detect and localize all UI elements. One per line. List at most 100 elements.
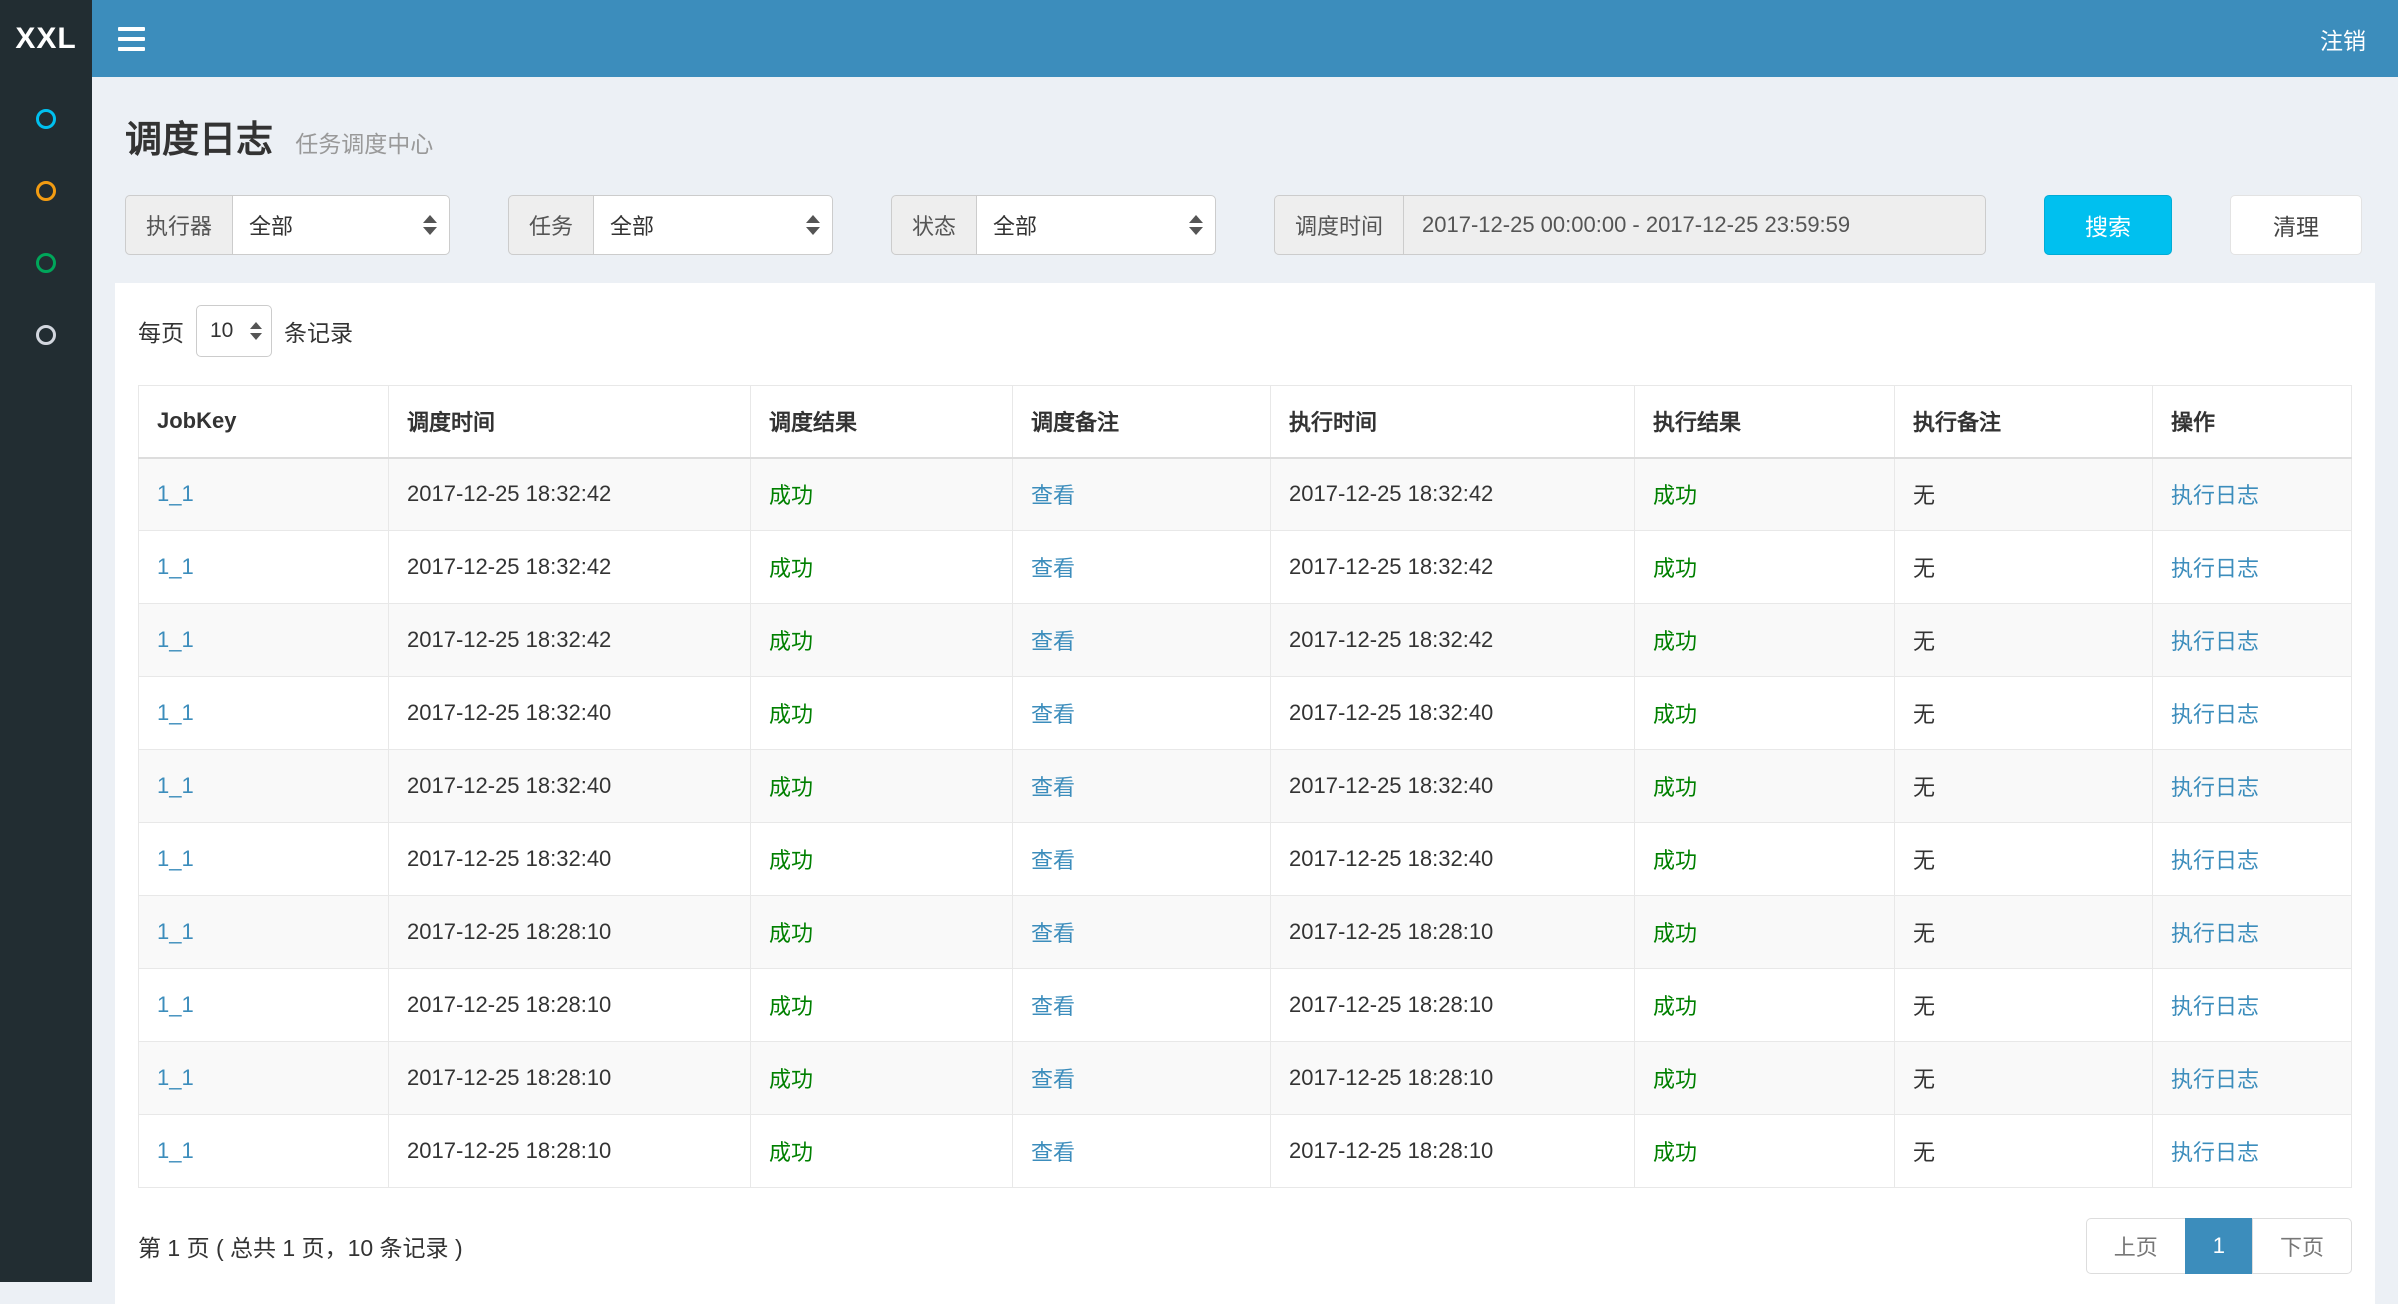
trigger-msg-view-link[interactable]: 查看 <box>1031 629 1075 654</box>
job-select[interactable]: 全部 <box>593 195 833 255</box>
executor-select[interactable]: 全部 <box>232 195 450 255</box>
handle-result-cell-container: 成功 <box>1635 1042 1895 1115</box>
table-row: 1_12017-12-25 18:32:40成功查看2017-12-25 18:… <box>139 677 2352 750</box>
execution-log-link[interactable]: 执行日志 <box>2171 994 2259 1019</box>
handle-time-cell-container: 2017-12-25 18:32:40 <box>1271 750 1635 823</box>
pagination-next-button[interactable]: 下页 <box>2252 1218 2352 1274</box>
execution-log-link[interactable]: 执行日志 <box>2171 702 2259 727</box>
jobkey-link[interactable]: 1_1 <box>157 919 194 944</box>
app-logo-text: XXL <box>15 22 76 56</box>
trigger-result-cell: 成功 <box>769 702 813 727</box>
handle-result-cell: 成功 <box>1653 1067 1697 1092</box>
jobkey-link[interactable]: 1_1 <box>157 554 194 579</box>
jobkey-link[interactable]: 1_1 <box>157 1065 194 1090</box>
sidebar-item-job-manage[interactable] <box>0 155 92 227</box>
trigger-msg-view-link-container: 查看 <box>1013 969 1271 1042</box>
execution-log-link[interactable]: 执行日志 <box>2171 629 2259 654</box>
trigger-result-cell: 成功 <box>769 921 813 946</box>
handle-msg-cell-container: 无 <box>1895 969 2153 1042</box>
table-row: 1_12017-12-25 18:32:42成功查看2017-12-25 18:… <box>139 604 2352 677</box>
menu-icon <box>118 27 145 31</box>
jobkey-link[interactable]: 1_1 <box>157 481 194 506</box>
trigger-msg-view-link[interactable]: 查看 <box>1031 994 1075 1019</box>
trigger-time-cell: 2017-12-25 18:28:10 <box>407 1065 611 1090</box>
pagination: 上页 1 下页 <box>2086 1218 2352 1274</box>
circle-icon <box>36 181 56 201</box>
trigger-result-cell-container: 成功 <box>751 458 1013 531</box>
handle-msg-cell: 无 <box>1913 556 1935 581</box>
sidebar-item-executor-manage[interactable] <box>0 299 92 371</box>
trigger-msg-view-link[interactable]: 查看 <box>1031 556 1075 581</box>
page-title-text: 调度日志 <box>125 119 273 160</box>
trigger-msg-view-link-container: 查看 <box>1013 750 1271 823</box>
sidebar-item-dashboard[interactable] <box>0 83 92 155</box>
circle-icon <box>36 253 56 273</box>
logout-link[interactable]: 注销 <box>2288 0 2398 77</box>
trigger-msg-view-link[interactable]: 查看 <box>1031 483 1075 508</box>
job-select-value: 全部 <box>610 209 654 241</box>
handle-result-cell: 成功 <box>1653 921 1697 946</box>
handle-msg-cell-container: 无 <box>1895 896 2153 969</box>
status-select[interactable]: 全部 <box>976 195 1216 255</box>
handle-time-cell: 2017-12-25 18:28:10 <box>1289 992 1493 1017</box>
status-select-value: 全部 <box>993 209 1037 241</box>
jobkey-link-container: 1_1 <box>139 750 389 823</box>
execution-log-link[interactable]: 执行日志 <box>2171 1140 2259 1165</box>
clear-button[interactable]: 清理 <box>2230 195 2362 255</box>
trigger-time-cell-container: 2017-12-25 18:28:10 <box>389 1115 751 1188</box>
trigger-time-cell-container: 2017-12-25 18:32:42 <box>389 458 751 531</box>
handle-result-cell-container: 成功 <box>1635 823 1895 896</box>
page-subtitle: 任务调度中心 <box>295 131 433 157</box>
jobkey-link-container: 1_1 <box>139 1115 389 1188</box>
circle-icon <box>36 109 56 129</box>
trigger-msg-view-link[interactable]: 查看 <box>1031 1067 1075 1092</box>
app-logo[interactable]: XXL <box>0 0 92 77</box>
trigger-msg-view-link[interactable]: 查看 <box>1031 921 1075 946</box>
table-row: 1_12017-12-25 18:28:10成功查看2017-12-25 18:… <box>139 1042 2352 1115</box>
trigger-msg-view-link-container: 查看 <box>1013 604 1271 677</box>
pagination-page-1-button[interactable]: 1 <box>2185 1218 2253 1274</box>
execution-log-link[interactable]: 执行日志 <box>2171 556 2259 581</box>
trigger-time-range-input[interactable] <box>1403 195 1986 255</box>
trigger-msg-view-link[interactable]: 查看 <box>1031 848 1075 873</box>
sidebar-item-job-log[interactable] <box>0 227 92 299</box>
handle-time-cell-container: 2017-12-25 18:32:42 <box>1271 458 1635 531</box>
handle-time-cell-container: 2017-12-25 18:32:42 <box>1271 604 1635 677</box>
execution-log-link[interactable]: 执行日志 <box>2171 775 2259 800</box>
sidebar-toggle-button[interactable] <box>92 0 170 77</box>
execution-log-link[interactable]: 执行日志 <box>2171 1067 2259 1092</box>
sidebar <box>0 77 92 1282</box>
trigger-result-cell-container: 成功 <box>751 677 1013 750</box>
search-button[interactable]: 搜索 <box>2044 195 2172 255</box>
trigger-time-cell: 2017-12-25 18:32:42 <box>407 481 611 506</box>
table-row: 1_12017-12-25 18:28:10成功查看2017-12-25 18:… <box>139 969 2352 1042</box>
execution-log-link[interactable]: 执行日志 <box>2171 921 2259 946</box>
trigger-time-cell: 2017-12-25 18:28:10 <box>407 1138 611 1163</box>
column-header-handle-msg: 执行备注 <box>1895 386 2153 458</box>
filter-bar: 执行器 全部 任务 全部 状态 全部 调度时间 搜索 清理 <box>125 195 2365 255</box>
trigger-msg-view-link[interactable]: 查看 <box>1031 702 1075 727</box>
jobkey-link[interactable]: 1_1 <box>157 627 194 652</box>
handle-msg-cell-container: 无 <box>1895 1115 2153 1188</box>
content-header: 调度日志 任务调度中心 <box>92 77 2398 169</box>
page-size-select[interactable]: 10 <box>196 305 272 357</box>
trigger-time-cell: 2017-12-25 18:32:40 <box>407 846 611 871</box>
trigger-msg-view-link[interactable]: 查看 <box>1031 775 1075 800</box>
handle-time-cell: 2017-12-25 18:28:10 <box>1289 1138 1493 1163</box>
handle-time-cell-container: 2017-12-25 18:28:10 <box>1271 896 1635 969</box>
jobkey-link[interactable]: 1_1 <box>157 846 194 871</box>
status-filter-group: 状态 全部 <box>891 195 1216 255</box>
jobkey-link[interactable]: 1_1 <box>157 1138 194 1163</box>
pagination-prev-button[interactable]: 上页 <box>2086 1218 2186 1274</box>
jobkey-link[interactable]: 1_1 <box>157 700 194 725</box>
table-row: 1_12017-12-25 18:32:42成功查看2017-12-25 18:… <box>139 531 2352 604</box>
handle-time-cell: 2017-12-25 18:32:40 <box>1289 773 1493 798</box>
jobkey-link[interactable]: 1_1 <box>157 992 194 1017</box>
jobkey-link[interactable]: 1_1 <box>157 773 194 798</box>
trigger-msg-view-link[interactable]: 查看 <box>1031 1140 1075 1165</box>
trigger-time-cell: 2017-12-25 18:32:40 <box>407 773 611 798</box>
execution-log-link-container: 执行日志 <box>2153 896 2352 969</box>
execution-log-link[interactable]: 执行日志 <box>2171 848 2259 873</box>
execution-log-link[interactable]: 执行日志 <box>2171 483 2259 508</box>
trigger-time-cell: 2017-12-25 18:28:10 <box>407 919 611 944</box>
